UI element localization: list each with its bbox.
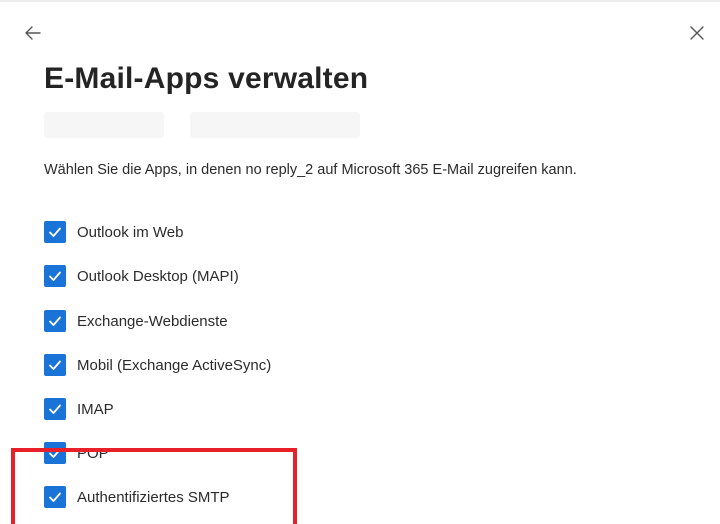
close-button[interactable] [686,22,708,44]
app-item-outlook-desktop[interactable]: Outlook Desktop (MAPI) [44,264,239,288]
app-label: Outlook im Web [77,223,184,241]
checkmark-icon [49,227,61,237]
app-item-mobile-activesync[interactable]: Mobil (Exchange ActiveSync) [44,353,271,377]
blurred-background [44,112,164,138]
checkmark-icon [49,404,61,414]
checkbox-checked[interactable] [44,221,66,243]
back-button[interactable] [22,22,44,44]
app-label: POP [77,444,109,462]
checkbox-checked[interactable] [44,354,66,376]
app-item-authenticated-smtp[interactable]: Authentifiziertes SMTP [44,485,230,509]
panel-top-border [0,0,720,2]
manage-email-apps-panel: E-Mail-Apps verwalten Wählen Sie die App… [0,0,720,524]
blurred-background [190,112,360,138]
close-icon [690,26,704,40]
app-item-pop[interactable]: POP [44,441,109,465]
app-label: IMAP [77,400,114,418]
app-item-exchange-web-services[interactable]: Exchange-Webdienste [44,309,228,333]
app-label: Outlook Desktop (MAPI) [77,267,239,285]
checkmark-icon [49,271,61,281]
app-label: Mobil (Exchange ActiveSync) [77,356,272,374]
checkbox-checked[interactable] [44,398,66,420]
checkbox-checked[interactable] [44,486,66,508]
app-item-imap[interactable]: IMAP [44,397,114,421]
app-item-outlook-web[interactable]: Outlook im Web [44,220,183,244]
page-title: E-Mail-Apps verwalten [44,62,369,95]
app-label: Exchange-Webdienste [77,312,228,330]
checkmark-icon [49,316,61,326]
checkbox-checked[interactable] [44,442,66,464]
description-text: Wählen Sie die Apps, in denen no reply_2… [44,162,577,178]
checkmark-icon [49,492,61,502]
checkmark-icon [49,448,61,458]
app-label: Authentifiziertes SMTP [77,488,230,506]
checkbox-checked[interactable] [44,265,66,287]
checkbox-checked[interactable] [44,310,66,332]
arrow-left-icon [25,26,41,40]
checkmark-icon [49,360,61,370]
